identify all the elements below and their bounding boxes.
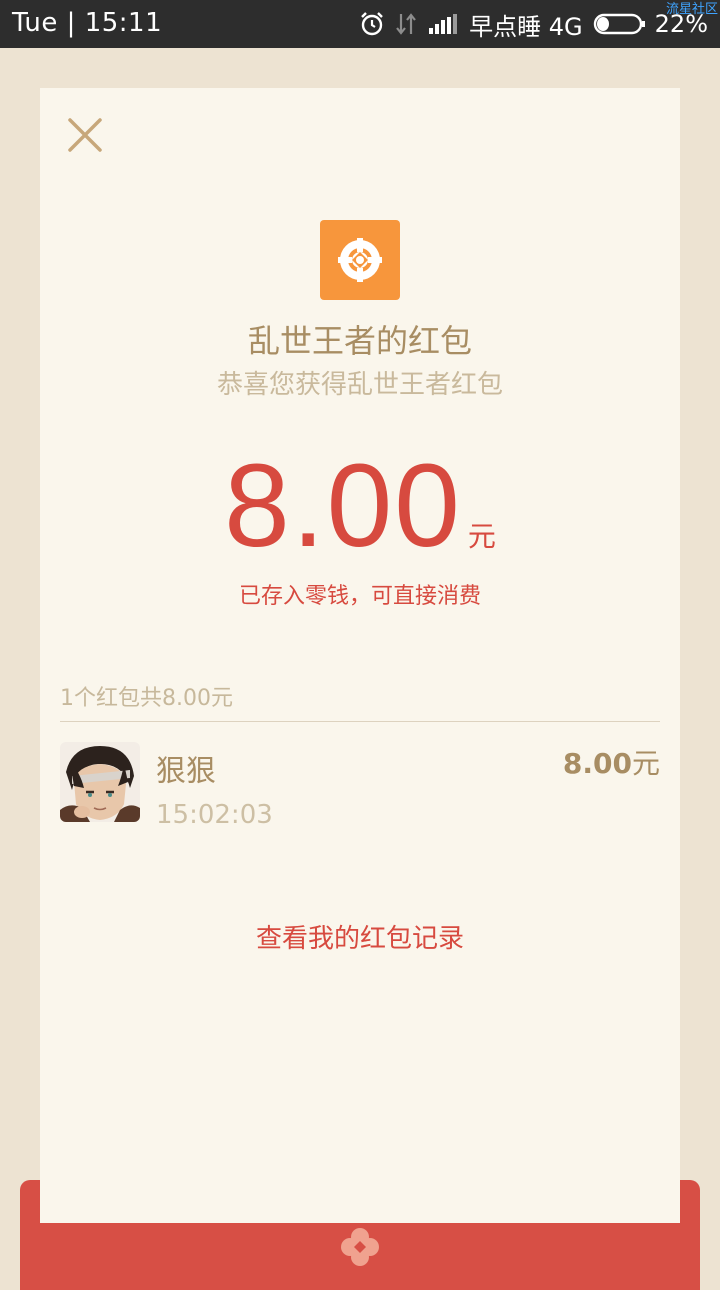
red-packet-card: 乱世王者的红包 恭喜您获得乱世王者红包 8.00 元 已存入零钱，可直接消费 1个… xyxy=(40,88,680,1223)
close-icon[interactable] xyxy=(64,114,106,156)
status-time: Tue | 15:11 xyxy=(12,8,163,38)
amount-value: 8.00 xyxy=(224,440,462,572)
flower-icon xyxy=(340,1227,380,1267)
amount-unit: 元 xyxy=(467,520,496,553)
packet-title: 乱世王者的红包 xyxy=(247,322,472,360)
entry-name: 狠狠 xyxy=(156,754,216,789)
divider xyxy=(60,721,660,722)
packet-summary: 1个红包共8.00元 xyxy=(60,686,233,711)
entry-amount-value: 8.00 xyxy=(562,747,632,780)
card-zigzag-edge xyxy=(40,1208,680,1220)
view-records-link[interactable]: 查看我的红包记录 xyxy=(40,918,680,955)
entry-time: 15:02:03 xyxy=(156,800,273,830)
entry-amount: 8.00元 xyxy=(563,742,660,782)
stored-note: 已存入零钱，可直接消费 xyxy=(238,584,481,609)
game-logo-icon xyxy=(320,220,400,300)
status-right-group: 早点睡 4G 22% xyxy=(359,6,708,42)
status-bar: Tue | 15:11 早点睡 4G 22% 流星社区 xyxy=(0,0,720,48)
battery-icon xyxy=(593,12,645,36)
avatar[interactable] xyxy=(60,742,140,822)
list-item[interactable]: 狠狠 15:02:03 8.00元 xyxy=(60,742,660,832)
signal-icon xyxy=(427,13,459,35)
carrier-label: 早点睡 4G xyxy=(469,12,583,41)
alarm-icon xyxy=(359,11,385,37)
packet-subtitle: 恭喜您获得乱世王者红包 xyxy=(216,370,503,400)
close-button[interactable] xyxy=(64,114,106,156)
entry-amount-unit: 元 xyxy=(631,747,660,780)
amount-display: 8.00 元 xyxy=(40,438,680,574)
watermark-label: 流星社区 xyxy=(665,2,718,17)
data-arrows-icon xyxy=(395,12,417,36)
